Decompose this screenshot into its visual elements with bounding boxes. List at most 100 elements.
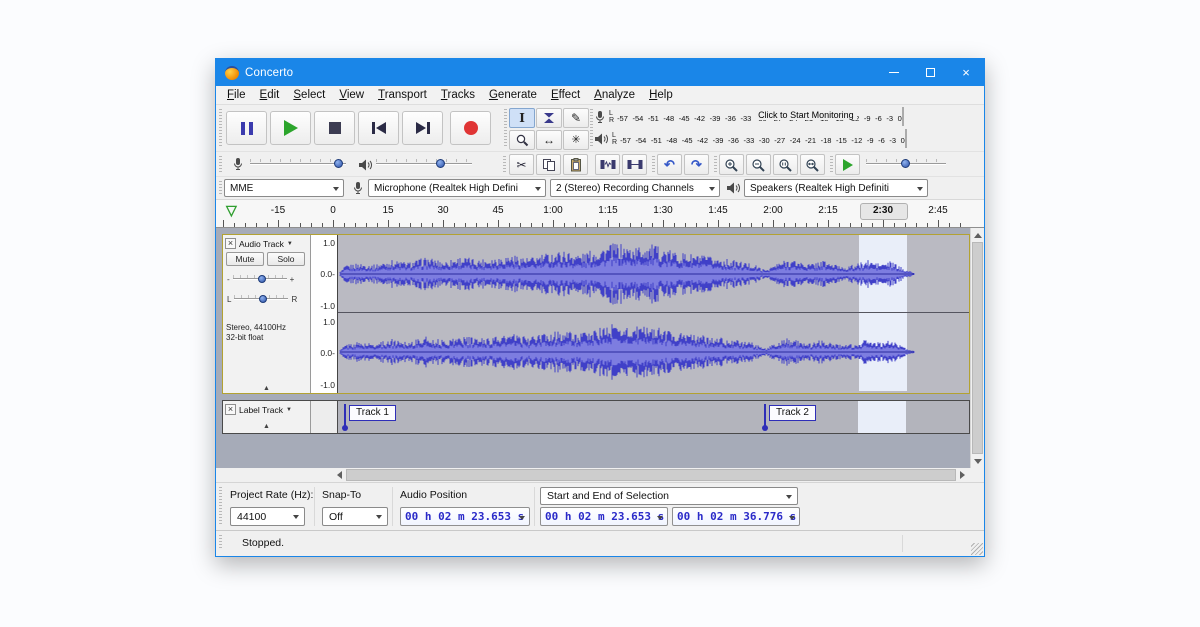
scroll-down-button[interactable] [971,454,984,468]
label-track-panel[interactable]: × Label Track ▼ ▲ [223,401,311,433]
recording-meter-body[interactable]: -57 -54 -51 -48 -45 -42 -39 -36 -33 -30 … [617,108,983,126]
label-text[interactable]: Track 1 [349,405,396,421]
menu-file[interactable]: File [220,86,253,104]
selection-start-field[interactable]: 00 h 02 m 23.653 s [540,507,668,526]
zoom-grip[interactable] [714,156,717,172]
menu-analyze[interactable]: Analyze [587,86,642,104]
gain-slider[interactable] [233,273,287,285]
snap-to-select[interactable]: Off [322,507,388,526]
playback-volume-slider[interactable] [376,156,472,172]
solo-button[interactable]: Solo [267,252,305,266]
recording-volume-slider[interactable] [250,156,346,172]
horizontal-scroll-thumb[interactable] [346,469,956,481]
monitor-hint[interactable]: Click to Start Monitoring [755,110,857,120]
title-bar[interactable]: Concerto × [216,59,984,86]
audio-track[interactable]: × Audio Track ▼ Mute Solo - + L [222,234,970,394]
label-track-collapse-button[interactable]: ▲ [236,423,298,430]
vertical-scrollbar[interactable] [970,228,984,468]
playback-volume-thumb[interactable] [436,159,445,168]
cut-button[interactable]: ✂ [509,154,534,175]
menu-help[interactable]: Help [642,86,680,104]
scroll-up-button[interactable] [971,228,984,242]
pan-thumb[interactable] [259,295,267,303]
playback-device-select[interactable]: Speakers (Realtek High Definiti [744,179,928,197]
copy-button[interactable] [536,154,561,175]
vertical-scroll-thumb[interactable] [972,242,983,454]
mixer-grip[interactable] [219,156,222,172]
audio-position-field[interactable]: 00 h 02 m 23.653 s [400,507,530,526]
recording-meter[interactable]: LR -57 -54 -51 -48 -45 -42 -39 -36 -33 -… [594,107,983,127]
redo-button[interactable]: ↷ [684,154,709,175]
silence-selection-button[interactable] [622,154,647,175]
zoom-in-button[interactable] [719,154,744,175]
play-at-speed-button[interactable] [835,154,860,175]
record-button[interactable] [450,111,491,145]
recording-channels-select[interactable]: 2 (Stereo) Recording Channels [550,179,720,197]
label-text[interactable]: Track 2 [769,405,816,421]
statusbar-grip[interactable] [219,535,222,548]
gain-thumb[interactable] [258,275,266,283]
track-collapse-button[interactable]: ▲ [236,385,298,392]
selection-tool-button[interactable]: I [509,108,535,128]
maximize-button[interactable] [912,59,948,86]
timeshift-tool-button[interactable]: ↔ [536,130,562,150]
paste-button[interactable] [563,154,588,175]
menu-transport[interactable]: Transport [371,86,434,104]
menu-tracks[interactable]: Tracks [434,86,482,104]
label-track-content[interactable]: Track 1 Track 2 [338,401,969,433]
scroll-right-button[interactable] [956,468,969,482]
draw-tool-button[interactable]: ✎ [563,108,589,128]
track-close-button[interactable]: × [225,238,236,249]
envelope-tool-button[interactable] [536,108,562,128]
track-title[interactable]: Audio Track [239,239,284,249]
undo-button[interactable]: ↶ [657,154,682,175]
device-grip[interactable] [219,181,222,195]
zoom-fit-button[interactable] [800,154,825,175]
label-track-menu-caret-icon[interactable]: ▼ [286,407,292,413]
mute-button[interactable]: Mute [226,252,264,266]
play-speed-thumb[interactable] [901,159,910,168]
play-speed-slider[interactable] [866,156,946,172]
selection-mode-select[interactable]: Start and End of Selection [540,487,798,505]
skip-to-start-button[interactable] [358,111,399,145]
playback-meter-body[interactable]: -57 -54 -51 -48 -45 -42 -39 -36 -33 -30 … [620,130,986,148]
track-area[interactable]: × Audio Track ▼ Mute Solo - + L [216,228,984,468]
minimize-button[interactable] [876,59,912,86]
menu-select[interactable]: Select [286,86,332,104]
undo-grip[interactable] [652,156,655,172]
pinned-play-head-icon[interactable]: ▽ [226,203,237,217]
timeline-ruler[interactable]: ▽ -1501530451:001:151:301:452:002:152:30… [216,200,984,228]
label-track[interactable]: × Label Track ▼ ▲ Track 1 Track 2 [222,400,970,434]
play-button[interactable] [270,111,311,145]
playback-meter[interactable]: LR -57 -54 -51 -48 -45 -42 -39 -36 -33 -… [594,129,986,149]
menu-generate[interactable]: Generate [482,86,544,104]
recording-volume-thumb[interactable] [334,159,343,168]
meter-grip[interactable] [590,109,593,147]
label-track-title[interactable]: Label Track [239,405,283,415]
zoom-out-button[interactable] [746,154,771,175]
vertical-scale-ruler[interactable]: 1.0 0.0- -1.0 1.0 0.0- -1.0 [311,235,338,393]
trim-outside-selection-button[interactable] [595,154,620,175]
track-menu-caret-icon[interactable]: ▼ [287,241,293,247]
tools-grip[interactable] [504,109,507,147]
waveform-channel-left[interactable] [338,235,969,313]
project-rate-select[interactable]: 44100 [230,507,305,526]
selbar-grip[interactable] [219,487,222,526]
audio-host-select[interactable]: MME [224,179,344,197]
transport-grip[interactable] [219,109,222,147]
skip-to-end-button[interactable] [402,111,443,145]
pan-slider[interactable] [234,293,288,305]
zoom-selection-button[interactable] [773,154,798,175]
label-track-close-button[interactable]: × [225,404,236,415]
waveform-area[interactable] [338,235,969,393]
recording-device-select[interactable]: Microphone (Realtek High Defini [368,179,546,197]
multi-tool-button[interactable]: ✳ [563,130,589,150]
stop-button[interactable] [314,111,355,145]
edit-grip[interactable] [503,156,506,172]
window-resize-grip[interactable] [971,543,983,555]
menu-edit[interactable]: Edit [253,86,287,104]
track-control-panel[interactable]: × Audio Track ▼ Mute Solo - + L [223,235,311,393]
selection-end-field[interactable]: 00 h 02 m 36.776 s [672,507,800,526]
play-speed-grip[interactable] [830,156,833,172]
zoom-tool-button[interactable] [509,130,535,150]
